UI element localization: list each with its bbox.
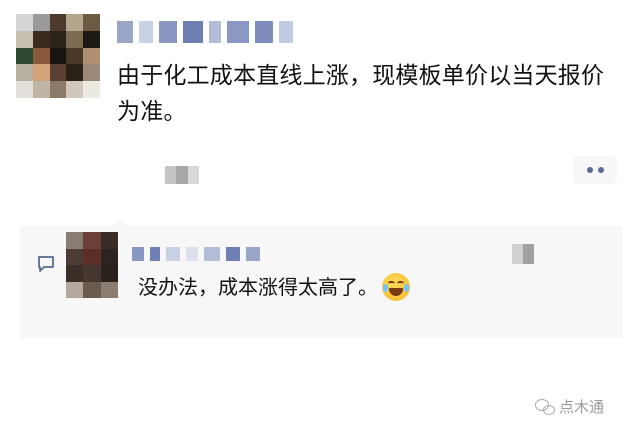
mosaic-cell bbox=[32, 30, 50, 48]
mosaic-cell bbox=[159, 21, 177, 43]
mosaic-cell bbox=[183, 21, 203, 43]
mosaic-cell bbox=[176, 166, 188, 184]
mosaic-cell bbox=[16, 81, 33, 98]
mosaic-cell bbox=[66, 248, 84, 265]
more-options-button[interactable] bbox=[573, 156, 617, 184]
mosaic-cell bbox=[66, 281, 84, 298]
mosaic-cell bbox=[83, 232, 101, 249]
comment-timestamp-blurred bbox=[512, 244, 534, 264]
mosaic-cell bbox=[187, 166, 199, 184]
comment-icon bbox=[38, 256, 54, 272]
mosaic-cell bbox=[49, 14, 67, 31]
mosaic-cell bbox=[512, 244, 523, 264]
comment-row[interactable]: 没办法，成本涨得太高了。 bbox=[138, 272, 410, 302]
mosaic-cell bbox=[165, 166, 177, 184]
mosaic-cell bbox=[83, 281, 101, 298]
mosaic-cell bbox=[255, 21, 273, 43]
mosaic-cell bbox=[100, 248, 118, 265]
mosaic-cell bbox=[150, 247, 160, 261]
mosaic-cell bbox=[83, 248, 101, 265]
mosaic-cell bbox=[279, 21, 293, 43]
mosaic-cell bbox=[523, 244, 534, 264]
mosaic-cell bbox=[16, 14, 33, 31]
mosaic-cell bbox=[49, 47, 67, 65]
watermark: 点木通 bbox=[535, 396, 604, 417]
post-text: 由于化工成本直线上涨，现模板单价以当天报价为准。 bbox=[117, 63, 605, 125]
mosaic-cell bbox=[132, 247, 144, 261]
rofl-emoji-icon bbox=[382, 273, 410, 301]
mosaic-cell bbox=[83, 81, 100, 98]
mosaic-cell bbox=[66, 81, 84, 98]
mosaic-cell bbox=[246, 247, 260, 261]
mosaic-cell bbox=[209, 21, 221, 43]
dot-icon bbox=[586, 167, 593, 173]
mosaic-cell bbox=[166, 247, 180, 261]
mosaic-cell bbox=[83, 47, 100, 65]
mosaic-cell bbox=[83, 64, 100, 82]
mosaic-cell bbox=[227, 21, 249, 43]
post-timestamp-blurred bbox=[165, 166, 199, 184]
mosaic-cell bbox=[100, 281, 118, 298]
mosaic-cell bbox=[66, 30, 84, 48]
mosaic-cell bbox=[32, 47, 50, 65]
mosaic-cell bbox=[204, 247, 220, 261]
watermark-text: 点木通 bbox=[559, 398, 605, 416]
mosaic-cell bbox=[83, 265, 101, 282]
mosaic-cell bbox=[16, 30, 33, 48]
comment-avatar[interactable] bbox=[66, 232, 118, 298]
mosaic-cell bbox=[32, 81, 50, 98]
mosaic-cell bbox=[117, 21, 133, 43]
mosaic-cell bbox=[32, 64, 50, 82]
mosaic-cell bbox=[49, 30, 67, 48]
mosaic-cell bbox=[66, 64, 84, 82]
mosaic-cell bbox=[226, 247, 240, 261]
mosaic-cell bbox=[186, 247, 198, 261]
commenter-name-blurred[interactable] bbox=[132, 245, 260, 263]
mosaic-cell bbox=[49, 64, 67, 82]
comment-text: 没办法，成本涨得太高了。 bbox=[138, 275, 378, 299]
mosaic-cell bbox=[66, 47, 84, 65]
post-avatar[interactable] bbox=[16, 14, 100, 98]
mosaic-cell bbox=[49, 81, 67, 98]
mosaic-cell bbox=[139, 21, 153, 43]
mosaic-cell bbox=[83, 30, 100, 48]
wechat-logo-icon bbox=[535, 398, 555, 415]
mosaic-cell bbox=[16, 47, 33, 65]
mosaic-cell bbox=[100, 265, 118, 282]
mosaic-cell bbox=[100, 232, 118, 249]
mosaic-cell bbox=[32, 14, 50, 31]
mosaic-cell bbox=[66, 14, 84, 31]
mosaic-cell bbox=[16, 64, 33, 82]
mosaic-cell bbox=[66, 265, 84, 282]
post-author-name-blurred[interactable] bbox=[117, 16, 307, 48]
dot-icon bbox=[597, 167, 604, 173]
mosaic-cell bbox=[66, 232, 84, 249]
mosaic-cell bbox=[83, 14, 100, 31]
